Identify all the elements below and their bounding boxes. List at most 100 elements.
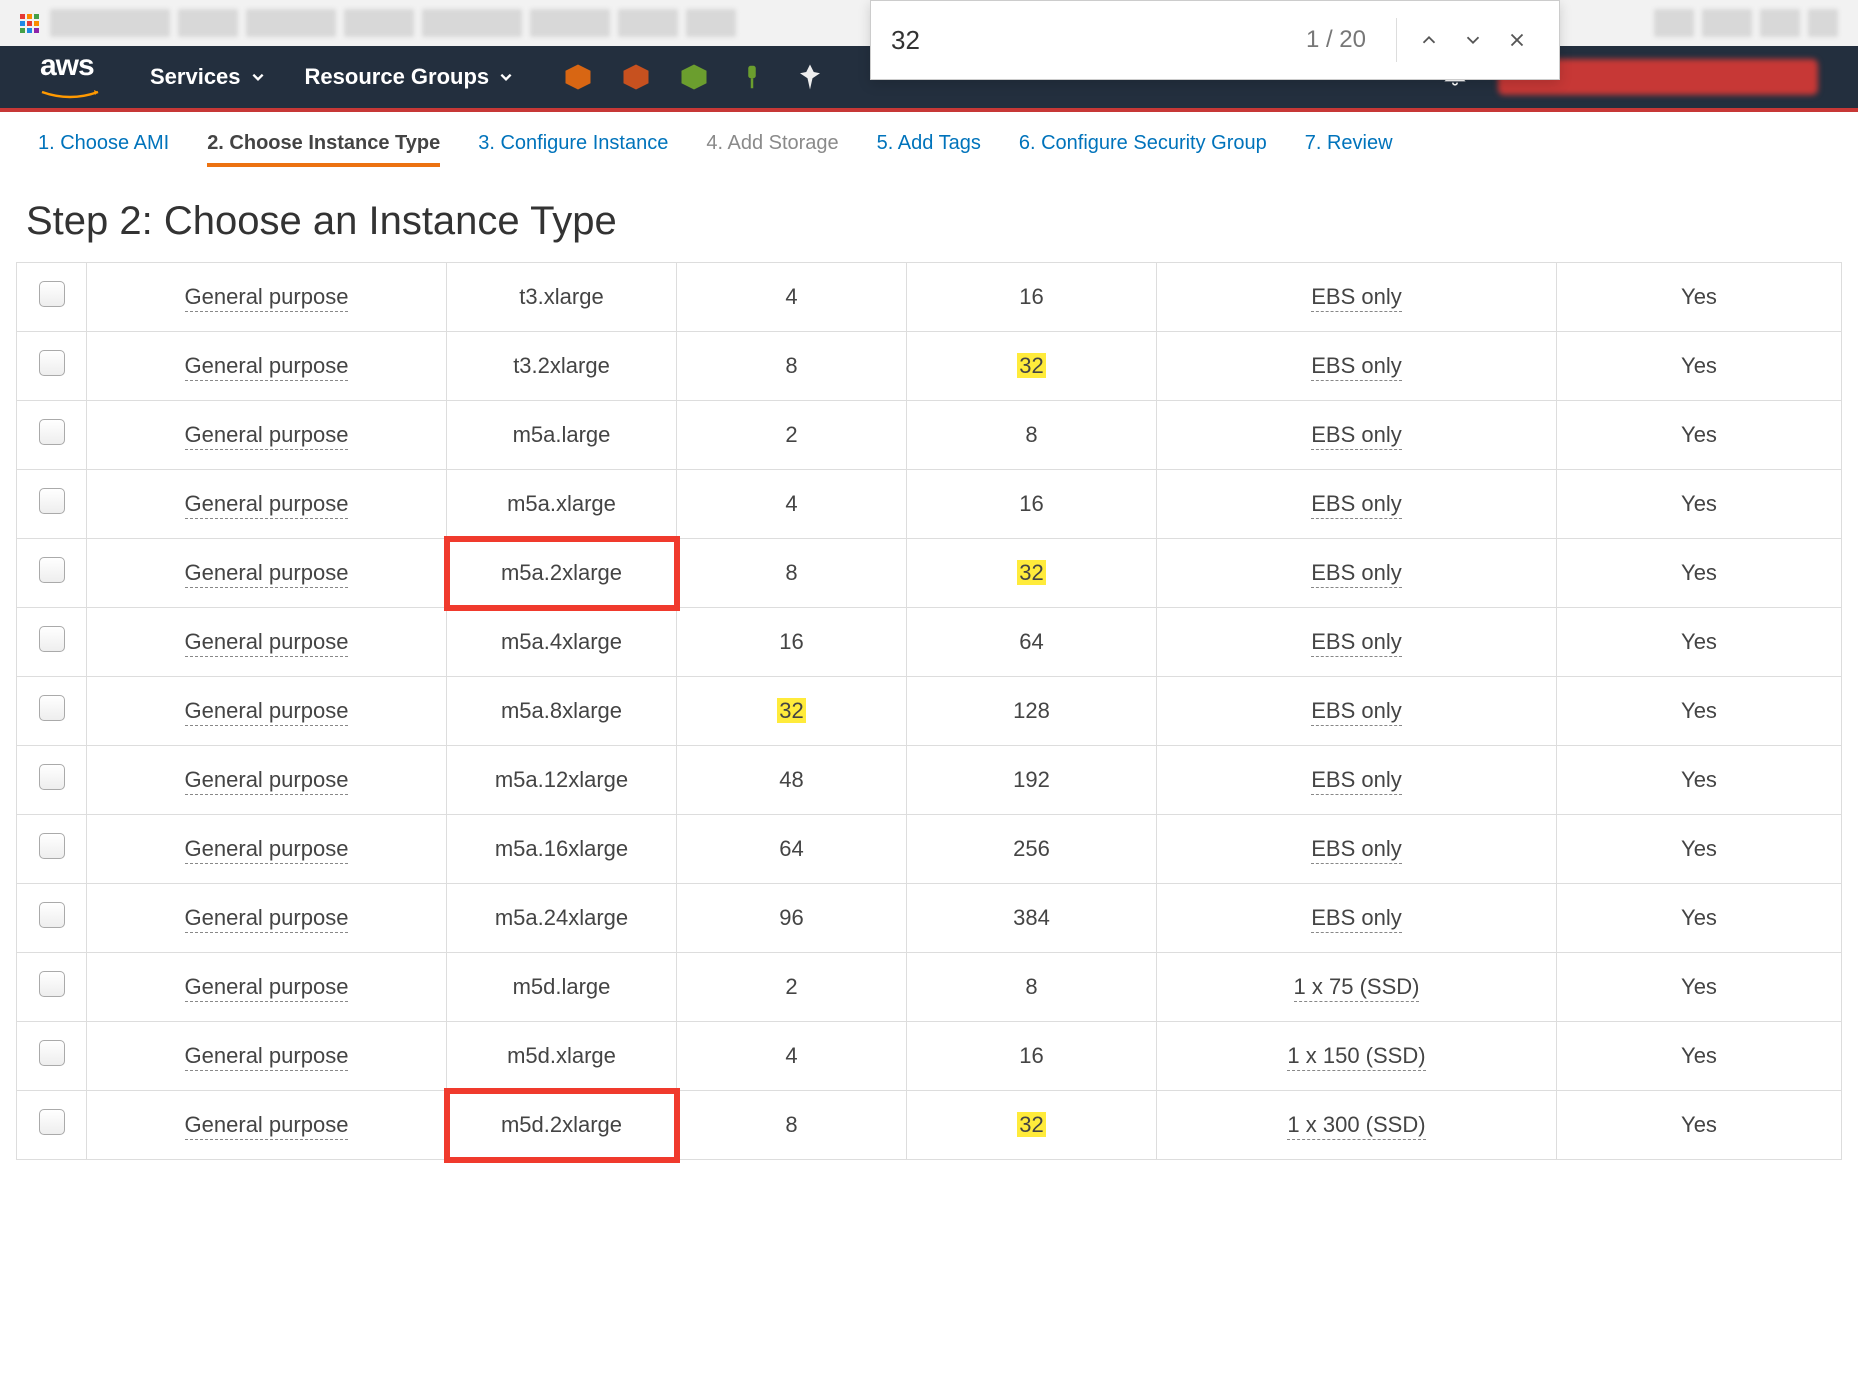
table-row[interactable]: General purposet3.xlarge416EBS onlyYes: [17, 263, 1842, 332]
find-input[interactable]: [891, 25, 1306, 56]
find-prev-button[interactable]: [1407, 18, 1451, 62]
table-row[interactable]: General purposem5d.xlarge4161 x 150 (SSD…: [17, 1022, 1842, 1091]
storage-label[interactable]: EBS only: [1311, 560, 1402, 588]
service-icon[interactable]: [679, 62, 709, 92]
row-checkbox[interactable]: [39, 350, 65, 376]
table-row[interactable]: General purpose m5a.24xlarge96384 EBS only…: [17, 884, 1842, 953]
family-label[interactable]: General purpose: [185, 422, 349, 450]
table-row[interactable]: General purposem5a.xlarge416EBS onlyYes: [17, 470, 1842, 539]
family-label[interactable]: General purpose: [185, 905, 349, 933]
table-row[interactable]: General purposem5a.16xlarge64256EBS only…: [17, 815, 1842, 884]
family-cell: General purpose: [87, 608, 447, 677]
storage-cell: EBS only: [1157, 539, 1557, 608]
storage-cell: EBS only: [1157, 332, 1557, 401]
wizard-step-6[interactable]: 6. Configure Security Group: [1019, 132, 1267, 167]
family-label[interactable]: General purpose: [185, 1043, 349, 1071]
storage-cell: EBS only: [1157, 263, 1557, 332]
ipv6-cell: Yes: [1557, 401, 1842, 470]
storage-cell: 1 x 150 (SSD): [1157, 1022, 1557, 1091]
wizard-steps: 1. Choose AMI 2. Choose Instance Type 3. C…: [0, 108, 1858, 181]
row-checkbox[interactable]: [39, 764, 65, 790]
storage-cell: EBS only: [1157, 401, 1557, 470]
row-checkbox[interactable]: [39, 1040, 65, 1066]
row-checkbox[interactable]: [39, 1109, 65, 1135]
vcpu-cell: 48: [677, 746, 907, 815]
service-icon[interactable]: [737, 62, 767, 92]
storage-label[interactable]: EBS only: [1311, 629, 1402, 657]
row-checkbox[interactable]: [39, 695, 65, 721]
chevron-down-icon: [499, 64, 513, 90]
ipv6-cell: Yes: [1557, 608, 1842, 677]
row-checkbox[interactable]: [39, 626, 65, 652]
wizard-step-7[interactable]: 7. Review: [1305, 132, 1393, 167]
family-cell: General purpose: [87, 884, 447, 953]
bookmark-blur: [50, 9, 170, 37]
storage-label[interactable]: 1 x 300 (SSD): [1287, 1112, 1425, 1140]
family-label[interactable]: General purpose: [185, 560, 349, 588]
storage-label[interactable]: EBS only: [1311, 284, 1402, 312]
aws-logo[interactable]: aws: [40, 49, 100, 106]
nav-services-label: Services: [150, 64, 241, 90]
family-label[interactable]: General purpose: [185, 353, 349, 381]
service-icon[interactable]: [621, 62, 651, 92]
storage-label[interactable]: EBS only: [1311, 767, 1402, 795]
find-close-button[interactable]: [1495, 18, 1539, 62]
bookmark-blur: [1760, 9, 1800, 37]
wizard-step-4: 4. Add Storage: [706, 132, 838, 167]
find-next-button[interactable]: [1451, 18, 1495, 62]
type-cell: t3.2xlarge: [447, 332, 677, 401]
nav-resource-groups[interactable]: Resource Groups: [305, 64, 514, 90]
row-checkbox[interactable]: [39, 281, 65, 307]
pin-icon[interactable]: [795, 62, 825, 92]
storage-label[interactable]: EBS only: [1311, 905, 1402, 933]
ipv6-cell: Yes: [1557, 332, 1842, 401]
family-label[interactable]: General purpose: [185, 284, 349, 312]
storage-cell: EBS only: [1157, 677, 1557, 746]
nav-services[interactable]: Services: [150, 64, 265, 90]
wizard-step-5[interactable]: 5. Add Tags: [877, 132, 981, 167]
row-checkbox[interactable]: [39, 488, 65, 514]
row-checkbox[interactable]: [39, 419, 65, 445]
ipv6-cell: Yes: [1557, 884, 1842, 953]
row-checkbox[interactable]: [39, 902, 65, 928]
storage-label[interactable]: EBS only: [1311, 353, 1402, 381]
memory-cell: 16: [907, 263, 1157, 332]
service-icon[interactable]: [563, 62, 593, 92]
storage-label[interactable]: EBS only: [1311, 422, 1402, 450]
table-row[interactable]: General purposem5a.12xlarge48192EBS only…: [17, 746, 1842, 815]
storage-label[interactable]: EBS only: [1311, 698, 1402, 726]
apps-icon[interactable]: [20, 14, 42, 33]
family-label[interactable]: General purpose: [185, 836, 349, 864]
table-row[interactable]: General purposet3.2xlarge832EBS onlyYes: [17, 332, 1842, 401]
table-row[interactable]: General purposem5d.2xlarge8321 x 300 (SS…: [17, 1091, 1842, 1160]
family-cell: General purpose: [87, 953, 447, 1022]
family-label[interactable]: General purpose: [185, 1112, 349, 1140]
wizard-step-3[interactable]: 3. Configure Instance: [478, 132, 668, 167]
family-label[interactable]: General purpose: [185, 698, 349, 726]
table-row[interactable]: General purposem5a.8xlarge32128EBS onlyY…: [17, 677, 1842, 746]
storage-label[interactable]: EBS only: [1311, 836, 1402, 864]
wizard-step-1[interactable]: 1. Choose AMI: [38, 132, 169, 167]
vcpu-cell: 96: [677, 884, 907, 953]
family-label[interactable]: General purpose: [185, 629, 349, 657]
family-label[interactable]: General purpose: [185, 767, 349, 795]
table-row[interactable]: General purposem5a.4xlarge1664EBS onlyYe…: [17, 608, 1842, 677]
storage-label[interactable]: EBS only: [1311, 491, 1402, 519]
storage-label[interactable]: 1 x 75 (SSD): [1294, 974, 1420, 1002]
storage-label[interactable]: 1 x 150 (SSD): [1287, 1043, 1425, 1071]
wizard-step-2[interactable]: 2. Choose Instance Type: [207, 132, 440, 167]
row-checkbox[interactable]: [39, 833, 65, 859]
table-row[interactable]: General purposem5a.large28EBS onlyYes: [17, 401, 1842, 470]
family-label[interactable]: General purpose: [185, 491, 349, 519]
row-checkbox[interactable]: [39, 557, 65, 583]
table-row[interactable]: General purposem5a.2xlarge832EBS onlyYes: [17, 539, 1842, 608]
family-label[interactable]: General purpose: [185, 974, 349, 1002]
row-checkbox[interactable]: [39, 971, 65, 997]
table-row[interactable]: General purposem5d.large281 x 75 (SSD)Ye…: [17, 953, 1842, 1022]
row-checkbox-cell: [17, 1022, 87, 1091]
ipv6-cell: Yes: [1557, 470, 1842, 539]
type-cell: m5a.4xlarge: [447, 608, 677, 677]
type-cell: m5a.24xlarge: [447, 884, 677, 953]
vcpu-cell: 2: [677, 953, 907, 1022]
memory-cell: 384: [907, 884, 1157, 953]
